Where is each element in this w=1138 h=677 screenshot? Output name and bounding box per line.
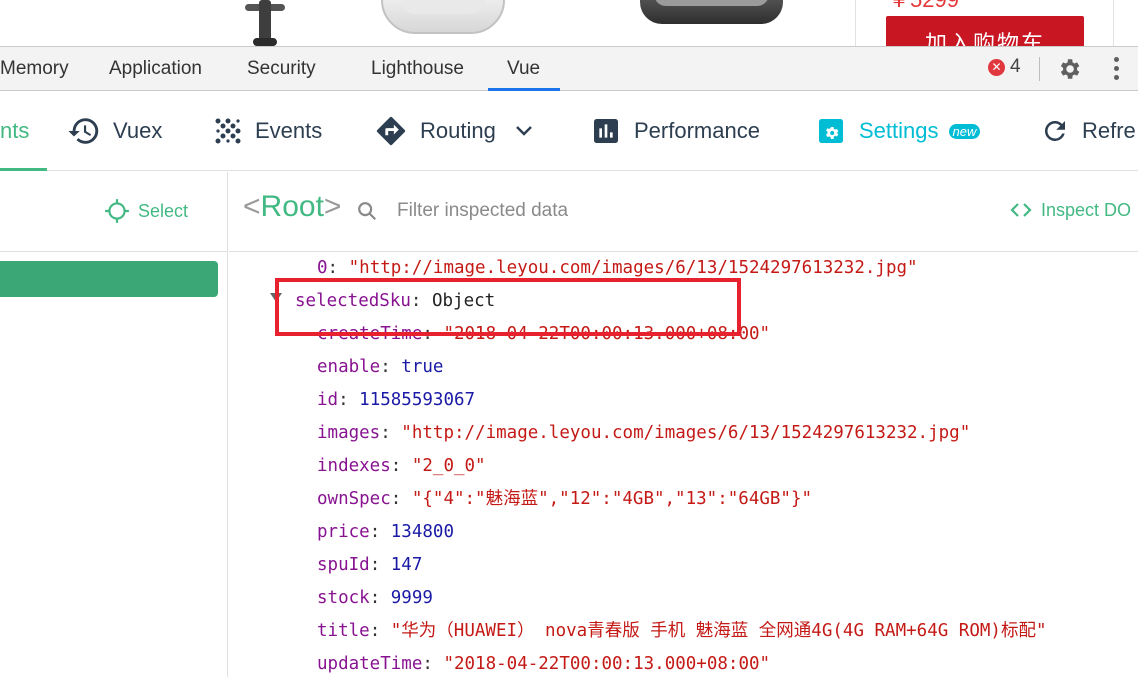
tab-lighthouse[interactable]: Lighthouse [371, 47, 464, 91]
tree-key: title [317, 621, 370, 641]
tree-value: 134800 [390, 522, 454, 542]
new-badge: new [948, 123, 981, 139]
inspector-header: <Root> Inspect DO [229, 172, 1138, 252]
tree-key: images [317, 423, 381, 443]
active-nav-indicator [0, 168, 47, 171]
tree-key: updateTime [317, 654, 423, 674]
tree-row-stock[interactable]: stock: 9999 [317, 587, 433, 609]
add-to-cart-label: 加入购物车 [924, 32, 1045, 47]
bar-chart-icon [594, 119, 618, 143]
nav-components[interactable]: nts [0, 91, 29, 171]
tree-key: enable [317, 357, 381, 377]
divider [855, 0, 856, 46]
tree-row-spuid[interactable]: spuId: 147 [317, 554, 422, 576]
nav-settings[interactable]: Settings new [815, 91, 981, 171]
root-name: Root [260, 190, 324, 223]
tree-row-title[interactable]: title: "华为（HUAWEI） nova青春版 手机 魅海蓝 全网通4G(… [317, 620, 1047, 642]
tree-value: "http://image.leyou.com/images/6/13/1524… [348, 258, 918, 278]
tree-value: "http://image.leyou.com/images/6/13/1524… [401, 423, 971, 443]
nav-refresh-label: Refre [1082, 118, 1136, 143]
filter-inspected-data-input[interactable] [397, 194, 797, 228]
tree-row-updatetime[interactable]: updateTime: "2018-04-22T00:00:13.000+08:… [317, 653, 770, 675]
refresh-icon [1044, 120, 1065, 141]
chevron-down-icon[interactable] [512, 119, 536, 143]
tab-memory[interactable]: Memory [0, 47, 69, 91]
tree-row-price[interactable]: price: 134800 [317, 521, 454, 543]
events-dots-icon [215, 118, 241, 144]
tab-application[interactable]: Application [109, 47, 202, 91]
tree-row-image[interactable]: 0: "http://image.leyou.com/images/6/13/1… [317, 257, 918, 279]
tree-key: 0 [317, 258, 328, 278]
select-component-button[interactable]: Select [104, 196, 188, 226]
product-image-vr-dark [640, 0, 783, 24]
inspect-dom-button[interactable]: Inspect DO [1009, 198, 1131, 222]
nav-performance[interactable]: Performance [590, 91, 760, 171]
error-icon: ✕ [988, 59, 1005, 76]
tree-key: price [317, 522, 370, 542]
add-to-cart-button[interactable]: 加入购物车 [886, 16, 1084, 46]
error-count: 4 [1010, 56, 1021, 77]
divider [0, 251, 228, 252]
product-image-stand [243, 0, 287, 46]
bracket-open: < [243, 190, 261, 223]
tree-key: indexes [317, 456, 391, 476]
tree-row-enable[interactable]: enable: true [317, 356, 443, 378]
divider [1113, 0, 1114, 46]
tree-row-ownspec[interactable]: ownSpec: "{"4":"魅海蓝","12":"4GB","13":"64… [317, 488, 812, 510]
select-label: Select [138, 200, 189, 221]
nav-settings-label: Settings [859, 118, 939, 143]
product-image-vr-white [381, 0, 505, 34]
inspected-component-name: <Root> [243, 190, 341, 224]
devtools-tab-bar: Memory Application Security Lighthouse V… [0, 46, 1138, 91]
tree-value: "2_0_0" [411, 456, 486, 476]
history-icon [68, 118, 99, 144]
tree-row-indexes[interactable]: indexes: "2_0_0" [317, 455, 486, 477]
tree-row-images[interactable]: images: "http://image.leyou.com/images/6… [317, 422, 970, 444]
nav-routing-label: Routing [420, 118, 496, 143]
component-tree-pane: Select [0, 172, 228, 677]
gear-icon[interactable] [1056, 56, 1082, 82]
routing-diamond-icon [376, 116, 406, 146]
search-icon [358, 202, 377, 221]
more-vert-icon[interactable] [1110, 57, 1122, 81]
nav-performance-label: Performance [634, 118, 760, 143]
tree-key: spuId [317, 555, 370, 575]
nav-refresh[interactable]: Refre [1040, 91, 1136, 171]
tree-key: ownSpec [317, 489, 391, 509]
tree-row-id[interactable]: id: 11585593067 [317, 389, 475, 411]
code-icon [1010, 203, 1032, 217]
vue-devtools-toolbar: nts Vuex Events Routing Performance Sett… [0, 91, 1138, 171]
tree-value: true [401, 357, 444, 377]
tree-value: "华为（HUAWEI） nova青春版 手机 魅海蓝 全网通4G(4G RAM+… [390, 621, 1047, 641]
tree-value: 147 [390, 555, 423, 575]
tree-value: 11585593067 [359, 390, 476, 410]
tree-key: id [317, 390, 339, 410]
inspect-dom-label: Inspect DO [1041, 199, 1132, 220]
tree-key: stock [317, 588, 370, 608]
nav-vuex[interactable]: Vuex [67, 91, 162, 171]
tree-value: 9999 [390, 588, 433, 608]
webpage-strip: ￥5299 加入购物车 [0, 0, 1138, 46]
nav-events-label: Events [255, 118, 323, 143]
separator [1039, 57, 1040, 81]
product-price: ￥5299 [888, 0, 959, 12]
tree-value: "2018-04-22T00:00:13.000+08:00" [443, 654, 771, 674]
bracket-close: > [323, 190, 342, 223]
nav-components-label: nts [0, 118, 30, 143]
nav-events[interactable]: Events [213, 91, 322, 171]
tab-vue[interactable]: Vue [507, 47, 540, 91]
crosshair-icon [105, 199, 129, 223]
tree-value: "{"4":"魅海蓝","12":"4GB","13":"64GB"}" [411, 489, 813, 509]
selected-component-row[interactable] [0, 261, 218, 297]
nav-routing[interactable]: Routing [374, 91, 536, 171]
tab-security[interactable]: Security [247, 47, 316, 91]
nav-vuex-label: Vuex [113, 118, 163, 143]
annotation-highlight-box [275, 278, 741, 336]
settings-gear-icon [819, 119, 843, 143]
